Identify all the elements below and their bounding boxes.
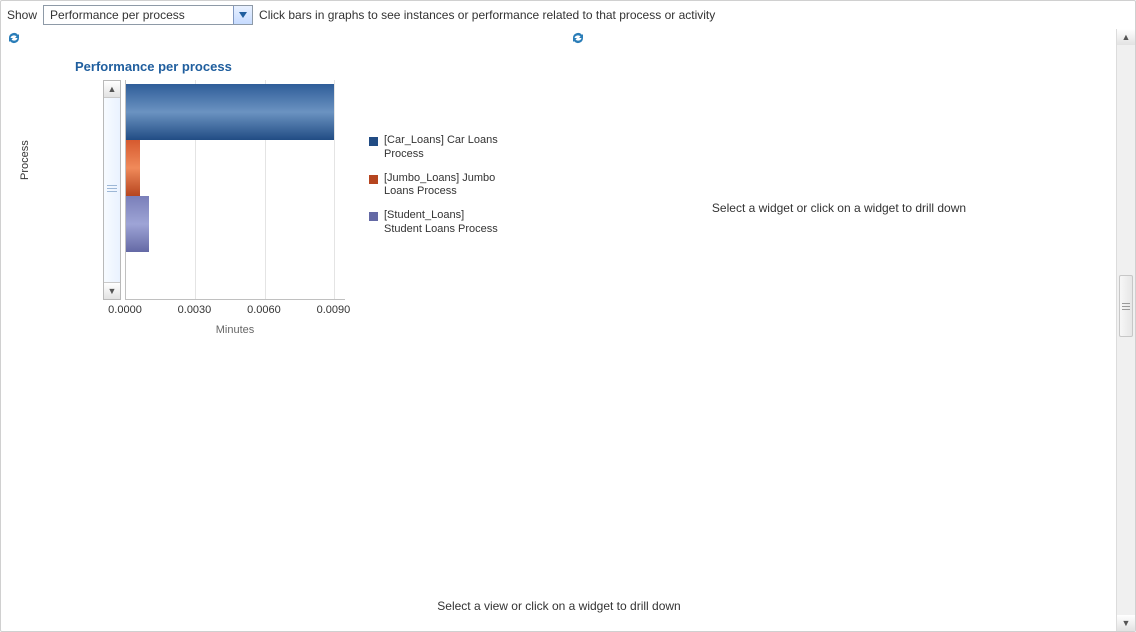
x-axis-label: Minutes [125, 324, 345, 336]
chart-panel: Performance per process Process ▲ ▼ 0.00… [1, 51, 561, 631]
chart-bar[interactable] [126, 140, 140, 196]
scroll-track[interactable] [104, 98, 120, 282]
chart-vertical-scrollbar[interactable]: ▲ ▼ [103, 80, 121, 300]
chart-legend: [Car_Loans] Car Loans Process [Jumbo_Loan… [369, 134, 499, 247]
x-tick-label: 0.0090 [317, 304, 351, 316]
chart-plot-area[interactable] [125, 80, 345, 300]
legend-item[interactable]: [Car_Loans] Car Loans Process [369, 134, 499, 162]
refresh-icon[interactable] [5, 29, 23, 47]
content-row: Performance per process Process ▲ ▼ 0.00… [1, 51, 1117, 631]
bottom-placeholder: Select a view or click on a widget to dr… [1, 599, 1117, 613]
chart-title: Performance per process [1, 51, 561, 80]
scroll-grip-icon [107, 178, 117, 198]
scroll-down-icon[interactable]: ▼ [1117, 615, 1135, 631]
toolbar: Show Performance per process Click bars … [1, 1, 1135, 27]
scroll-up-icon[interactable]: ▲ [1117, 29, 1135, 45]
scroll-down-icon[interactable]: ▼ [104, 282, 120, 299]
drilldown-placeholder: Select a widget or click on a widget to … [561, 201, 1117, 215]
view-selector-value: Performance per process [44, 8, 233, 22]
x-tick-label: 0.0060 [247, 304, 281, 316]
chart-bar[interactable] [126, 196, 149, 252]
x-axis-ticks: 0.00000.00300.00600.0090 [125, 304, 345, 320]
legend-swatch-icon [369, 175, 378, 184]
toolbar-hint: Click bars in graphs to see instances or… [259, 8, 715, 22]
legend-swatch-icon [369, 212, 378, 221]
legend-label: [Car_Loans] Car Loans Process [384, 134, 499, 162]
grid-line [334, 80, 335, 299]
y-axis-label: Process [19, 140, 31, 180]
refresh-icon[interactable] [569, 29, 587, 47]
show-label: Show [7, 8, 37, 22]
dropdown-icon[interactable] [233, 6, 252, 24]
legend-item[interactable]: [Jumbo_Loans] Jumbo Loans Process [369, 172, 499, 200]
chart-bar[interactable] [126, 84, 334, 140]
refresh-row [5, 29, 1117, 47]
legend-label: [Student_Loans] Student Loans Process [384, 209, 499, 237]
scroll-thumb[interactable] [1119, 275, 1133, 337]
legend-swatch-icon [369, 137, 378, 146]
dashboard-frame: Show Performance per process Click bars … [0, 0, 1136, 632]
legend-item[interactable]: [Student_Loans] Student Loans Process [369, 209, 499, 237]
x-tick-label: 0.0000 [108, 304, 142, 316]
x-tick-label: 0.0030 [178, 304, 212, 316]
scroll-up-icon[interactable]: ▲ [104, 81, 120, 98]
view-selector[interactable]: Performance per process [43, 5, 253, 25]
page-vertical-scrollbar[interactable]: ▲ ▼ [1116, 29, 1135, 631]
legend-label: [Jumbo_Loans] Jumbo Loans Process [384, 172, 499, 200]
scroll-track[interactable] [1117, 45, 1135, 615]
drilldown-panel: Select a widget or click on a widget to … [561, 51, 1117, 631]
